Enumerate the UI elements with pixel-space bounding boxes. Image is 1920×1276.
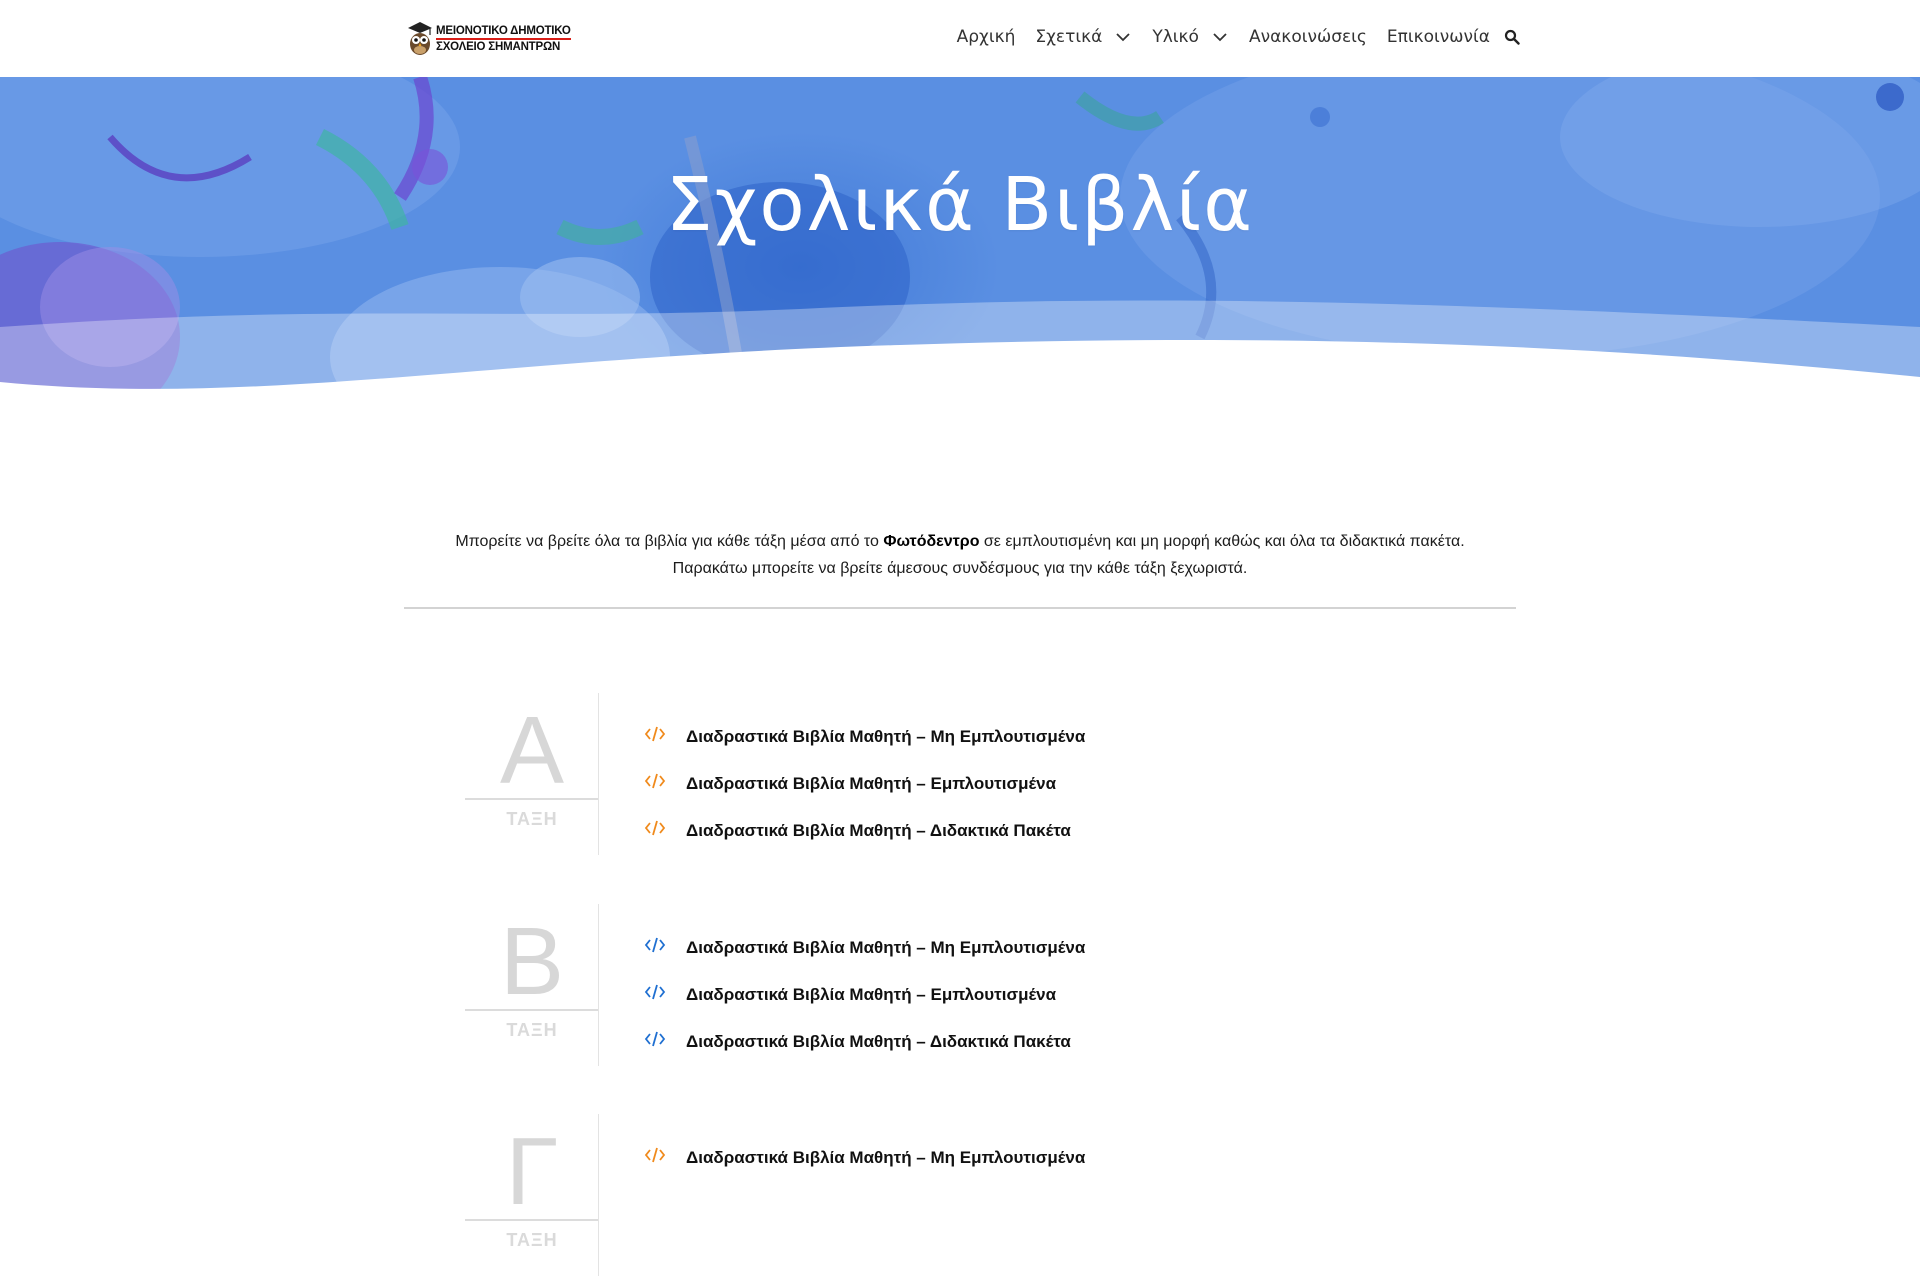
- grade-badge: Γ ΤΑΞΗ: [465, 1122, 599, 1251]
- nav-item-about[interactable]: Σχετικά: [1035, 27, 1132, 47]
- intro-line-1: Μπορείτε να βρείτε όλα τα βιβλία για κάθ…: [404, 528, 1516, 555]
- grade-letter: Α: [499, 697, 565, 804]
- code-icon: [644, 937, 666, 952]
- book-link[interactable]: Διαδραστικά Βιβλία Μαθητή – Εμπλουτισμέν…: [644, 971, 1085, 1018]
- code-icon: [644, 726, 666, 741]
- nav-item-contact[interactable]: Επικοινωνία: [1387, 27, 1490, 47]
- book-link[interactable]: Διαδραστικά Βιβλία Μαθητή – Μη Εμπλουτισ…: [644, 1134, 1085, 1181]
- intro-line-2: Παρακάτω μπορείτε να βρείτε άμεσους συνδ…: [672, 560, 1248, 577]
- logo-line-2: ΣΧΟΛΕΙΟ ΣΗΜΑΝΤΡΩΝ: [436, 41, 561, 53]
- grade-letter: Β: [499, 908, 565, 1015]
- nav-item-material[interactable]: Υλικό: [1152, 27, 1229, 47]
- main-nav: Αρχική Σχετικά Υλικό Ανακοινώσεις Επικοι…: [957, 22, 1520, 52]
- book-link[interactable]: Διαδραστικά Βιβλία Μαθητή – Διδακτικά Πα…: [644, 1018, 1085, 1065]
- logo-line-1: ΜΕΙΟΝΟΤΙΚΟ ΔΗΜΟΤΙΚΟ: [436, 24, 571, 40]
- book-link[interactable]: Διαδραστικά Βιβλία Μαθητή – Εμπλουτισμέν…: [644, 760, 1085, 807]
- nav-label: Ανακοινώσεις: [1248, 27, 1367, 47]
- hero-banner: Σχολικά Βιβλία: [0, 77, 1920, 407]
- book-link[interactable]: Διαδραστικά Βιβλία Μαθητή – Διδακτικά Πα…: [644, 807, 1085, 854]
- code-icon: [644, 1031, 666, 1046]
- book-link-label[interactable]: Διαδραστικά Βιβλία Μαθητή – Εμπλουτισμέν…: [686, 985, 1056, 1005]
- nav-item-home[interactable]: Αρχική: [957, 27, 1016, 47]
- code-icon: [644, 773, 666, 788]
- grade-separator: [598, 693, 599, 855]
- grade-badge: Β ΤΑΞΗ: [465, 912, 599, 1041]
- nav-label: Σχετικά: [1035, 27, 1103, 47]
- book-link-label[interactable]: Διαδραστικά Βιβλία Μαθητή – Διδακτικά Πα…: [686, 821, 1071, 841]
- code-icon: [644, 984, 666, 999]
- grade-links: Διαδραστικά Βιβλία Μαθητή – Μη Εμπλουτισ…: [644, 1134, 1085, 1181]
- owl-logo-icon: [408, 22, 432, 55]
- book-link-label[interactable]: Διαδραστικά Βιβλία Μαθητή – Εμπλουτισμέν…: [686, 774, 1056, 794]
- grade-separator: [598, 904, 599, 1066]
- section-divider: [404, 607, 1516, 609]
- grade-letter: Γ: [505, 1118, 559, 1225]
- grade-caption: ΤΑΞΗ: [506, 1020, 558, 1040]
- search-icon[interactable]: [1504, 29, 1520, 45]
- grade-links: Διαδραστικά Βιβλία Μαθητή – Μη Εμπλουτισ…: [644, 924, 1085, 1065]
- book-link-label[interactable]: Διαδραστικά Βιβλία Μαθητή – Μη Εμπλουτισ…: [686, 727, 1085, 747]
- school-logo[interactable]: ΜΕΙΟΝΟΤΙΚΟ ΔΗΜΟΤΙΚΟ ΣΧΟΛΕΙΟ ΣΗΜΑΝΤΡΩΝ: [406, 20, 571, 58]
- photodentro-link[interactable]: Φωτόδεντρο: [883, 533, 979, 550]
- site-header: ΜΕΙΟΝΟΤΙΚΟ ΔΗΜΟΤΙΚΟ ΣΧΟΛΕΙΟ ΣΗΜΑΝΤΡΩΝ Αρ…: [0, 0, 1920, 77]
- intro-text-part: Μπορείτε να βρείτε όλα τα βιβλία για κάθ…: [455, 533, 884, 550]
- nav-item-announcements[interactable]: Ανακοινώσεις: [1249, 27, 1367, 47]
- intro-text-part: σε εμπλουτισμένη και μη μορφή καθώς και …: [979, 533, 1465, 550]
- nav-label: Επικοινωνία: [1386, 27, 1490, 47]
- code-icon: [644, 820, 666, 835]
- book-link[interactable]: Διαδραστικά Βιβλία Μαθητή – Μη Εμπλουτισ…: [644, 713, 1085, 760]
- intro-text: Μπορείτε να βρείτε όλα τα βιβλία για κάθ…: [404, 528, 1516, 582]
- grade-links: Διαδραστικά Βιβλία Μαθητή – Μη Εμπλουτισ…: [644, 713, 1085, 854]
- nav-label: Αρχική: [956, 27, 1016, 47]
- nav-label: Υλικό: [1152, 27, 1199, 47]
- book-link-label[interactable]: Διαδραστικά Βιβλία Μαθητή – Διδακτικά Πα…: [686, 1032, 1071, 1052]
- book-link-label[interactable]: Διαδραστικά Βιβλία Μαθητή – Μη Εμπλουτισ…: [686, 1148, 1085, 1168]
- chevron-down-icon[interactable]: [1211, 28, 1229, 46]
- book-link[interactable]: Διαδραστικά Βιβλία Μαθητή – Μη Εμπλουτισ…: [644, 924, 1085, 971]
- grade-caption: ΤΑΞΗ: [506, 809, 558, 829]
- grade-caption: ΤΑΞΗ: [506, 1230, 558, 1250]
- chevron-down-icon[interactable]: [1114, 28, 1132, 46]
- page-title: Σχολικά Βιβλία: [665, 162, 1255, 248]
- code-icon: [644, 1147, 666, 1162]
- logo-text: ΜΕΙΟΝΟΤΙΚΟ ΔΗΜΟΤΙΚΟ ΣΧΟΛΕΙΟ ΣΗΜΑΝΤΡΩΝ: [436, 24, 571, 54]
- grade-separator: [598, 1114, 599, 1276]
- grade-badge: Α ΤΑΞΗ: [465, 701, 599, 830]
- book-link-label[interactable]: Διαδραστικά Βιβλία Μαθητή – Μη Εμπλουτισ…: [686, 938, 1085, 958]
